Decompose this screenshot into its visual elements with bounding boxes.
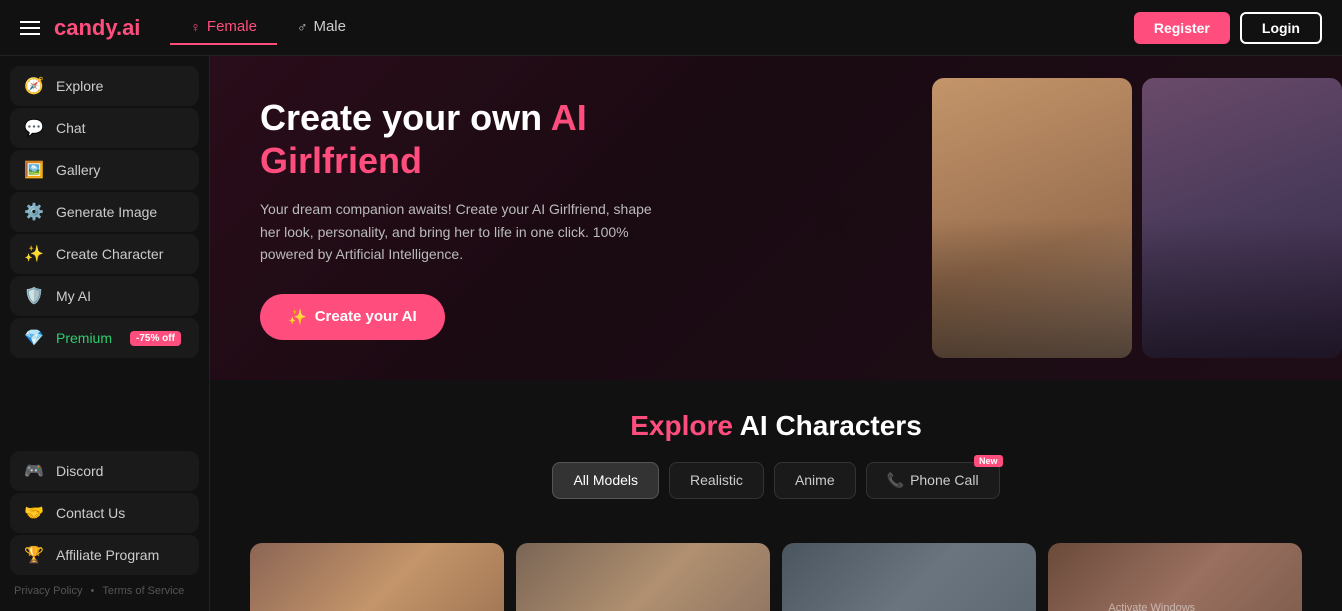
sidebar-item-my-ai[interactable]: 🛡️ My AI bbox=[10, 276, 199, 316]
sidebar-footer: Privacy Policy • Terms of Service bbox=[10, 577, 199, 601]
char-card-bg-3 bbox=[782, 543, 1036, 611]
explore-title: Explore AI Characters bbox=[250, 410, 1302, 442]
main-content: Create your own AI Girlfriend Your dream… bbox=[210, 56, 1342, 611]
hero-title-girlfriend: Girlfriend bbox=[260, 140, 422, 181]
hero-title: Create your own AI Girlfriend bbox=[260, 96, 760, 182]
char-card-bg-2 bbox=[516, 543, 770, 611]
login-button[interactable]: Login bbox=[1240, 12, 1322, 44]
filter-realistic-label: Realistic bbox=[690, 472, 743, 488]
filter-all-label: All Models bbox=[573, 472, 638, 488]
create-ai-button[interactable]: ✨ Create your AI bbox=[260, 294, 445, 340]
phone-call-icon: 📞 bbox=[887, 472, 904, 489]
sidebar-label-chat: Chat bbox=[56, 120, 86, 136]
premium-discount-badge: -75% off bbox=[130, 331, 181, 346]
nav-actions: Register Login bbox=[1134, 12, 1322, 44]
hero-description: Your dream companion awaits! Create your… bbox=[260, 198, 660, 265]
filter-realistic[interactable]: Realistic bbox=[669, 462, 764, 499]
sidebar-item-explore[interactable]: 🧭 Explore bbox=[10, 66, 199, 106]
sidebar-label-contact-us: Contact Us bbox=[56, 505, 125, 521]
sidebar-item-generate-image[interactable]: ⚙️ Generate Image bbox=[10, 192, 199, 232]
tab-female[interactable]: ♀ Female bbox=[170, 10, 277, 45]
sidebar-label-premium: Premium bbox=[56, 330, 112, 346]
male-symbol: ♂ bbox=[297, 19, 308, 35]
explore-title-rest: AI Characters bbox=[733, 410, 922, 441]
sidebar-item-gallery[interactable]: 🖼️ Gallery bbox=[10, 150, 199, 190]
nav-tabs: ♀ Female ♂ Male bbox=[170, 10, 1133, 45]
filter-phone-label: Phone Call bbox=[910, 472, 979, 488]
generate-image-icon: ⚙️ bbox=[24, 202, 44, 222]
sidebar-label-my-ai: My AI bbox=[56, 288, 91, 304]
privacy-policy-link[interactable]: Privacy Policy bbox=[14, 585, 82, 597]
gallery-icon: 🖼️ bbox=[24, 160, 44, 180]
hero-content: Create your own AI Girlfriend Your dream… bbox=[260, 96, 760, 340]
main-layout: 🧭 Explore 💬 Chat 🖼️ Gallery ⚙️ Generate … bbox=[0, 56, 1342, 611]
sidebar-item-affiliate-program[interactable]: 🏆 Affiliate Program bbox=[10, 535, 199, 575]
logo-main: candy bbox=[54, 15, 116, 40]
tab-male[interactable]: ♂ Male bbox=[277, 10, 366, 45]
char-card-1[interactable]: 💬 bbox=[250, 543, 504, 611]
contact-icon: 🤝 bbox=[24, 503, 44, 523]
char-card-bg-1 bbox=[250, 543, 504, 611]
new-badge: New bbox=[974, 455, 1003, 467]
hero-images bbox=[842, 56, 1342, 380]
sidebar-label-discord: Discord bbox=[56, 463, 103, 479]
activate-line1: Activate Windows bbox=[1108, 600, 1282, 611]
filter-anime[interactable]: Anime bbox=[774, 462, 856, 499]
hero-image-anime bbox=[1142, 78, 1342, 358]
filter-tabs: All Models Realistic Anime 📞 Phone Call … bbox=[250, 462, 1302, 499]
sidebar-label-gallery: Gallery bbox=[56, 162, 100, 178]
sidebar-label-explore: Explore bbox=[56, 78, 103, 94]
char-card-4[interactable]: 💬 Activate Windows Go to Settings to act… bbox=[1048, 543, 1302, 611]
explore-icon: 🧭 bbox=[24, 76, 44, 96]
hero-image-realistic bbox=[932, 78, 1132, 358]
activate-windows-watermark: Activate Windows Go to Settings to activ… bbox=[1108, 600, 1282, 611]
sidebar-item-create-character[interactable]: ✨ Create Character bbox=[10, 234, 199, 274]
terms-link[interactable]: Terms of Service bbox=[102, 585, 184, 597]
char-card-2[interactable]: 💬 bbox=[516, 543, 770, 611]
create-ai-icon: ✨ bbox=[288, 308, 307, 326]
sidebar: 🧭 Explore 💬 Chat 🖼️ Gallery ⚙️ Generate … bbox=[0, 56, 210, 611]
hero-title-accent: AI bbox=[551, 97, 587, 138]
affiliate-icon: 🏆 bbox=[24, 545, 44, 565]
my-ai-icon: 🛡️ bbox=[24, 286, 44, 306]
filter-anime-label: Anime bbox=[795, 472, 835, 488]
explore-title-accent: Explore bbox=[630, 410, 733, 441]
logo[interactable]: candy.ai bbox=[54, 15, 140, 41]
sidebar-item-discord[interactable]: 🎮 Discord bbox=[10, 451, 199, 491]
navbar: candy.ai ♀ Female ♂ Male Register Login bbox=[0, 0, 1342, 56]
create-character-icon: ✨ bbox=[24, 244, 44, 264]
premium-icon: 💎 bbox=[24, 328, 44, 348]
chat-icon: 💬 bbox=[24, 118, 44, 138]
tab-female-label: Female bbox=[207, 18, 257, 35]
female-symbol: ♀ bbox=[190, 19, 201, 35]
sidebar-item-contact-us[interactable]: 🤝 Contact Us bbox=[10, 493, 199, 533]
sidebar-label-generate-image: Generate Image bbox=[56, 204, 157, 220]
filter-phone-call[interactable]: 📞 Phone Call New bbox=[866, 462, 1000, 499]
filter-all-models[interactable]: All Models bbox=[552, 462, 659, 499]
char-card-3[interactable]: 💬 bbox=[782, 543, 1036, 611]
sidebar-label-affiliate-program: Affiliate Program bbox=[56, 547, 159, 563]
sidebar-label-create-character: Create Character bbox=[56, 246, 163, 262]
hamburger-menu[interactable] bbox=[20, 21, 40, 35]
register-button[interactable]: Register bbox=[1134, 12, 1230, 44]
character-cards-grid: 💬 💬 💬 💬 Activate Windows Go to Settings … bbox=[210, 543, 1342, 611]
create-ai-label: Create your AI bbox=[315, 308, 417, 325]
sidebar-bottom: 🎮 Discord 🤝 Contact Us 🏆 Affiliate Progr… bbox=[10, 451, 199, 577]
discord-icon: 🎮 bbox=[24, 461, 44, 481]
sidebar-item-premium[interactable]: 💎 Premium -75% off bbox=[10, 318, 199, 358]
sidebar-item-chat[interactable]: 💬 Chat bbox=[10, 108, 199, 148]
hero-banner: Create your own AI Girlfriend Your dream… bbox=[210, 56, 1342, 380]
logo-accent: .ai bbox=[116, 15, 140, 40]
hero-title-part1: Create your own bbox=[260, 97, 551, 138]
tab-male-label: Male bbox=[313, 18, 346, 35]
explore-section: Explore AI Characters All Models Realist… bbox=[210, 380, 1342, 543]
